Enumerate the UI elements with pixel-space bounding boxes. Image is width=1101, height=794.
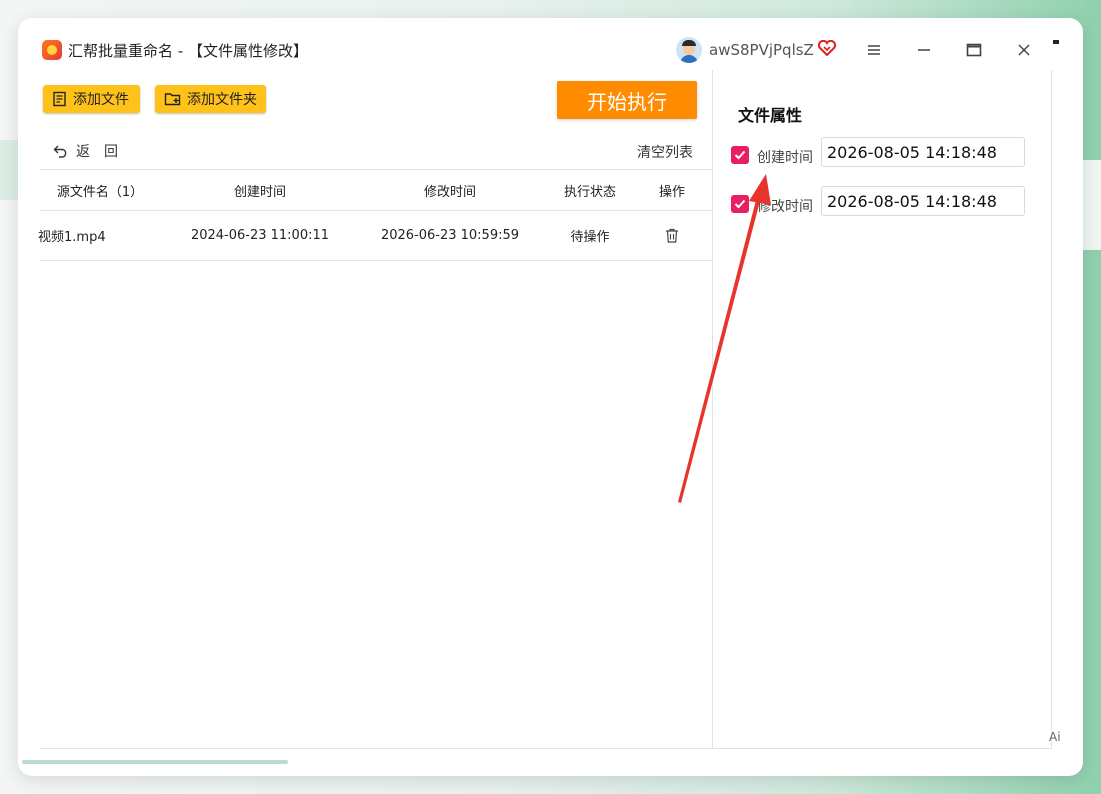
app-icon	[42, 40, 62, 60]
maximize-icon	[966, 43, 982, 57]
properties-title: 文件属性	[738, 106, 803, 125]
cell-created: 2024-06-23 11:00:11	[190, 228, 330, 243]
header-source-name: 源文件名（1）	[56, 184, 144, 200]
app-window: 汇帮批量重命名 - 【文件属性修改】 awS8PVjPqlsZ 添加文件 添加文…	[18, 18, 1083, 776]
menu-button[interactable]	[856, 36, 892, 64]
create-time-checkbox[interactable]	[731, 146, 749, 164]
cell-status: 待操作	[570, 230, 610, 245]
add-folder-label: 添加文件夹	[187, 92, 257, 108]
file-list-panel: 添加文件 添加文件夹 开始执行 返 回 清空列表 源文件名（1） 创建时间 修改…	[18, 70, 712, 776]
delete-button[interactable]	[648, 211, 696, 260]
close-icon	[1018, 44, 1030, 56]
modify-time-label: 修改时间	[757, 199, 813, 215]
ai-mark: Ai	[1049, 730, 1061, 744]
create-time-row: 创建时间	[731, 137, 1041, 171]
edge-marker	[1053, 40, 1059, 44]
add-folder-button[interactable]: 添加文件夹	[155, 85, 266, 113]
header-modified: 修改时间	[423, 184, 476, 200]
back-label: 返 回	[76, 144, 118, 160]
add-folder-icon	[164, 93, 181, 106]
avatar[interactable]	[676, 37, 702, 63]
title-bar: 汇帮批量重命名 - 【文件属性修改】 awS8PVjPqlsZ	[18, 18, 1083, 70]
trash-icon	[666, 228, 678, 243]
check-icon	[734, 199, 746, 209]
minimize-button[interactable]	[906, 36, 942, 64]
add-file-label: 添加文件	[73, 92, 129, 108]
menu-icon	[868, 45, 880, 55]
modify-time-checkbox[interactable]	[731, 195, 749, 213]
modify-time-row: 修改时间	[731, 186, 1041, 220]
back-button[interactable]: 返 回	[53, 141, 118, 161]
minimize-icon	[918, 49, 930, 51]
clear-list-button[interactable]: 清空列表	[637, 142, 693, 162]
username[interactable]: awS8PVjPqlsZ	[709, 41, 814, 59]
start-execute-button[interactable]: 开始执行	[557, 81, 697, 119]
create-time-input[interactable]	[821, 137, 1025, 167]
table-header: 源文件名（1） 创建时间 修改时间 执行状态 操作	[40, 169, 712, 211]
modify-time-input[interactable]	[821, 186, 1025, 216]
table-row[interactable]: 视频1.mp4 2024-06-23 11:00:11 2026-06-23 1…	[38, 211, 712, 261]
header-created: 创建时间	[233, 184, 286, 200]
add-file-icon	[53, 91, 66, 107]
list-bottom-divider	[40, 748, 712, 749]
add-file-button[interactable]: 添加文件	[43, 85, 140, 113]
back-arrow-icon	[53, 145, 67, 158]
create-time-label: 创建时间	[757, 150, 813, 166]
header-status: 执行状态	[563, 184, 616, 200]
file-properties-panel: 文件属性 创建时间 修改时间	[712, 70, 1052, 749]
maximize-button[interactable]	[956, 36, 992, 64]
cell-file-name: 视频1.mp4	[38, 230, 106, 245]
horizontal-scrollbar[interactable]	[22, 760, 288, 764]
cell-modified: 2026-06-23 10:59:59	[380, 228, 520, 243]
app-title: 汇帮批量重命名 - 【文件属性修改】	[68, 42, 308, 60]
close-button[interactable]	[1006, 36, 1042, 64]
vip-heart-icon[interactable]	[818, 40, 836, 56]
header-action: 操作	[658, 184, 685, 200]
file-table: 源文件名（1） 创建时间 修改时间 执行状态 操作 视频1.mp4 2024-0…	[38, 169, 712, 261]
check-icon	[734, 150, 746, 160]
